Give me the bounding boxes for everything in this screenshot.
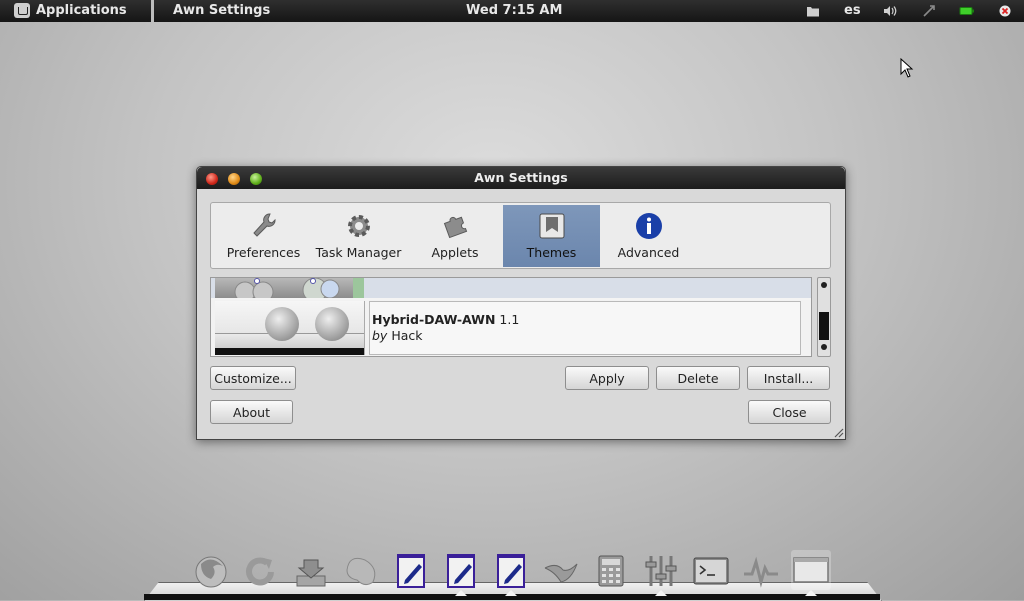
applications-menu[interactable]: Applications — [36, 0, 127, 22]
network-icon[interactable] — [922, 4, 936, 18]
dock-item-installer[interactable] — [291, 550, 331, 590]
document-editor-icon — [497, 554, 525, 588]
refresh-icon — [315, 307, 349, 341]
theme-name: Hybrid-DAW-AWN — [372, 312, 496, 327]
session-quit-icon[interactable] — [998, 4, 1012, 18]
theme-author-line: by Hack — [372, 328, 423, 343]
dock-item-system-monitor[interactable] — [741, 550, 781, 590]
resize-grip-icon[interactable] — [834, 428, 844, 438]
dock-item-editor-2[interactable] — [441, 550, 481, 596]
dock-item-firefox[interactable] — [191, 550, 231, 590]
tab-task-manager[interactable]: Task Manager — [310, 205, 407, 267]
tab-label: Advanced — [617, 245, 680, 260]
apply-button[interactable]: Apply — [565, 366, 649, 390]
firefox-icon — [265, 307, 299, 341]
tab-label: Task Manager — [315, 245, 402, 260]
tab-preferences[interactable]: Preferences — [217, 205, 310, 267]
document-editor-icon — [397, 554, 425, 588]
close-button[interactable]: Close — [748, 400, 831, 424]
tab-themes[interactable]: Themes — [503, 205, 600, 267]
running-indicator — [655, 590, 667, 596]
theme-name-line: Hybrid-DAW-AWN 1.1 — [372, 312, 519, 327]
mixer-icon — [645, 556, 677, 586]
dock-item-show-desktop[interactable] — [791, 550, 831, 596]
settings-toolbar: Preferences Task Manager Applets Themes — [210, 202, 831, 269]
dock-item-bird[interactable] — [541, 550, 581, 590]
info-icon — [635, 213, 662, 239]
wrench-icon — [252, 213, 275, 237]
gear-icon — [347, 215, 370, 237]
customize-button[interactable]: Customize... — [210, 366, 296, 390]
calculator-icon — [598, 555, 624, 587]
terminal-icon — [693, 557, 729, 585]
window-titlebar[interactable]: Awn Settings — [197, 167, 845, 189]
dock-item-editor-1[interactable] — [391, 550, 431, 590]
document-editor-icon — [447, 554, 475, 588]
panel-separator — [151, 0, 154, 22]
monitor-graph-icon — [744, 556, 778, 588]
tab-label: Themes — [526, 245, 577, 260]
install-button[interactable]: Install... — [747, 366, 830, 390]
active-window-button[interactable]: Awn Settings — [173, 0, 270, 22]
theme-preview-graphic — [234, 278, 364, 303]
keyboard-layout-indicator[interactable]: es — [844, 0, 861, 22]
awn-dock — [0, 540, 1024, 601]
tab-label: Preferences — [226, 245, 301, 260]
preview-dockbar — [215, 348, 364, 355]
awn-settings-window: Awn Settings Preferences Task Manager Ap… — [196, 166, 846, 440]
folder-icon[interactable] — [806, 4, 820, 18]
dock-item-terminal[interactable] — [691, 550, 731, 590]
running-indicator — [805, 590, 817, 596]
puzzle-icon — [443, 216, 468, 239]
running-indicator — [505, 590, 517, 596]
tab-advanced[interactable]: Advanced — [600, 205, 697, 267]
mouse-cursor-icon — [900, 58, 914, 78]
theme-list-scrollbar[interactable] — [817, 277, 831, 357]
mint-menu-icon[interactable] — [14, 3, 30, 18]
delete-button[interactable]: Delete — [656, 366, 740, 390]
tab-label: Applets — [431, 245, 479, 260]
tab-applets[interactable]: Applets — [407, 205, 503, 267]
bean-icon — [346, 557, 376, 586]
theme-author: Hack — [391, 328, 423, 343]
theme-info-card: Hybrid-DAW-AWN 1.1 by Hack — [369, 301, 801, 355]
theme-author-prefix: by — [372, 328, 388, 343]
dock-item-editor-3[interactable] — [491, 550, 531, 596]
installer-icon — [296, 559, 326, 587]
themes-book-icon — [539, 213, 564, 239]
scroll-down-arrow[interactable] — [821, 344, 827, 350]
theme-version: 1.1 — [499, 312, 520, 327]
scroll-thumb[interactable] — [819, 312, 829, 340]
desktop-icon — [793, 557, 829, 583]
dock-item-bean[interactable] — [341, 550, 381, 590]
dock-item-refresh[interactable] — [241, 550, 281, 590]
refresh-icon — [246, 557, 274, 586]
dock-item-mixer[interactable] — [641, 550, 681, 596]
panel-clock[interactable]: Wed 7:15 AM — [466, 0, 562, 22]
battery-icon[interactable] — [959, 4, 975, 18]
volume-icon[interactable] — [883, 4, 897, 18]
theme-preview-image — [215, 278, 364, 303]
theme-preview-image — [215, 301, 365, 355]
top-panel: Applications Awn Settings Wed 7:15 AM es — [0, 0, 1024, 22]
window-title: Awn Settings — [474, 170, 568, 185]
bird-icon — [544, 563, 578, 583]
list-item[interactable] — [211, 278, 811, 303]
theme-list[interactable]: Hybrid-DAW-AWN 1.1 by Hack — [210, 277, 812, 357]
running-indicator — [455, 590, 467, 596]
about-button[interactable]: About — [210, 400, 293, 424]
scroll-up-arrow[interactable] — [821, 282, 827, 288]
dock-item-calculator[interactable] — [591, 550, 631, 590]
list-item[interactable]: Hybrid-DAW-AWN 1.1 by Hack — [211, 300, 811, 356]
firefox-icon — [195, 556, 227, 588]
